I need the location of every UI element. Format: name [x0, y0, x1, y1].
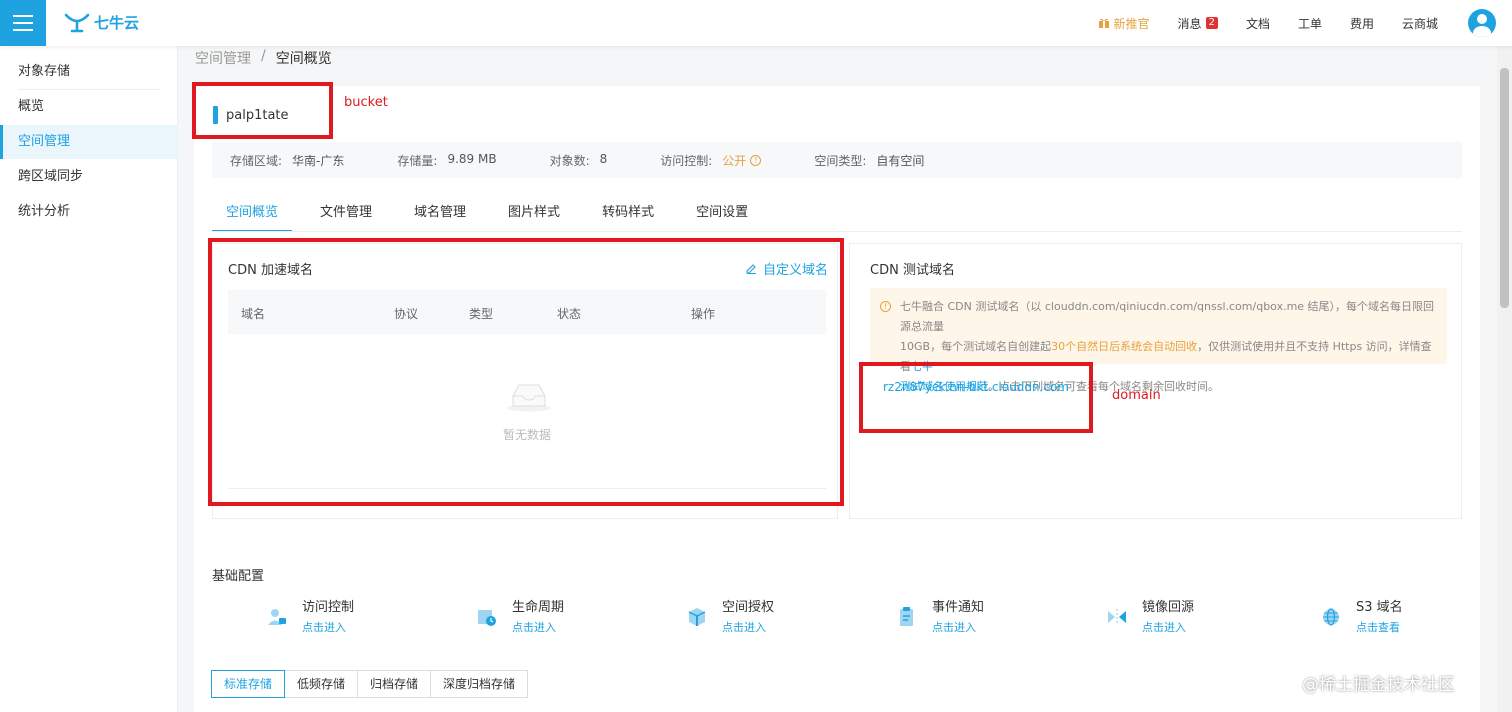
sidebar-item-bucket-management[interactable]: 空间管理 — [0, 125, 178, 159]
bucket-highlight-box — [192, 82, 333, 139]
feature-link[interactable]: 点击进入 — [512, 618, 564, 638]
feature-mirror[interactable]: 镜像回源 点击进入 — [1106, 598, 1194, 642]
bucket-auth-icon — [688, 608, 706, 626]
info-size-value: 9.89 MB — [447, 151, 497, 166]
basic-config-title: 基础配置 — [212, 569, 265, 584]
billing-link[interactable]: 费用 — [1350, 15, 1374, 32]
menu-icon[interactable] — [0, 0, 46, 46]
bucket-info-strip: 存储区域: 华南-广东 存储量: 9.89 MB 对象数: 8 访问控制: 公开… — [212, 142, 1462, 178]
avatar[interactable] — [1468, 9, 1496, 37]
feature-link[interactable]: 点击进入 — [722, 618, 774, 638]
market-link[interactable]: 云商城 — [1402, 15, 1438, 32]
sidebar: 对象存储 概览 空间管理 跨区域同步 统计分析 — [0, 46, 178, 712]
notice-highlight: 30个自然日后系统会自动回收 — [1051, 340, 1198, 353]
tab-domain-management[interactable]: 域名管理 — [400, 196, 480, 232]
warning-icon: ! — [880, 301, 891, 312]
new-promo-label: 新推官 — [1113, 16, 1150, 31]
info-size-label: 存储量: — [397, 153, 438, 168]
notice-line-2a: 10GB，每个测试域名自创建起 — [900, 340, 1052, 353]
info-count: 对象数: 8 — [550, 152, 608, 169]
test-domain-title: CDN 测试域名 — [870, 263, 955, 278]
scroll-thumb[interactable] — [1500, 68, 1509, 308]
tab-transcode-styles[interactable]: 转码样式 — [588, 196, 668, 232]
info-type: 空间类型: 自有空间 — [814, 152, 924, 169]
feature-name: 事件通知 — [932, 600, 985, 615]
tab-divider — [212, 231, 1462, 232]
access-control-icon — [268, 609, 286, 625]
info-count-label: 对象数: — [549, 153, 590, 168]
feature-bucket-auth[interactable]: 空间授权 点击进入 — [686, 598, 774, 642]
messages-label: 消息 — [1177, 16, 1202, 31]
notice-line-1: 七牛融合 CDN 测试域名（以 clouddn.com/qiniucdn.com… — [900, 300, 1435, 333]
event-notify-icon — [900, 607, 913, 626]
tab-image-styles[interactable]: 图片样式 — [494, 196, 574, 232]
gift-icon — [1098, 18, 1109, 28]
globe-icon — [1323, 608, 1339, 626]
storage-class-tabs: 标准存储 低频存储 归档存储 深度归档存储 — [211, 670, 529, 698]
feature-event-notify[interactable]: 事件通知 点击进入 — [896, 598, 984, 642]
breadcrumb-separator: / — [261, 48, 266, 64]
info-region: 存储区域: 华南-广东 — [230, 152, 344, 169]
page-scrollbar[interactable] — [1497, 46, 1512, 712]
storage-tab-archive[interactable]: 归档存储 — [357, 670, 432, 698]
sidebar-title: 对象存储 — [18, 64, 71, 79]
tab-overview[interactable]: 空间概览 — [212, 196, 293, 232]
top-nav: 新推官 消息 2 文档 工单 费用 云商城 — [1098, 0, 1512, 46]
info-type-value: 自有空间 — [876, 153, 925, 168]
breadcrumb-current: 空间概览 — [275, 51, 332, 67]
domain-highlight-box — [859, 362, 1093, 433]
feature-link[interactable]: 点击进入 — [932, 618, 984, 638]
tab-bucket-settings[interactable]: 空间设置 — [682, 196, 762, 232]
feature-link[interactable]: 点击进入 — [1142, 618, 1194, 638]
feature-access-control[interactable]: 访问控制 点击进入 — [266, 598, 354, 642]
info-type-label: 空间类型: — [814, 153, 867, 168]
message-count-badge: 2 — [1205, 17, 1218, 29]
info-access: 访问控制: 公开 ! — [660, 152, 762, 169]
info-access-text: 公开 — [722, 153, 747, 168]
logo[interactable]: 七牛云 — [64, 12, 139, 33]
storage-tab-deep-archive[interactable]: 深度归档存储 — [430, 670, 529, 698]
messages-link[interactable]: 消息 2 — [1178, 15, 1218, 32]
feature-link[interactable]: 点击查看 — [1356, 618, 1403, 638]
storage-tab-infrequent[interactable]: 低频存储 — [284, 670, 359, 698]
docs-link[interactable]: 文档 — [1246, 15, 1270, 32]
info-region-label: 存储区域: — [230, 153, 283, 168]
feature-name: 访问控制 — [302, 600, 355, 615]
breadcrumb-root[interactable]: 空间管理 — [195, 48, 251, 68]
feature-name: S3 域名 — [1356, 600, 1403, 615]
feature-name: 空间授权 — [722, 600, 775, 615]
info-region-value: 华南-广东 — [292, 153, 345, 168]
info-count-value: 8 — [599, 151, 608, 166]
feature-name: 生命周期 — [512, 600, 565, 615]
info-circle-icon: ! — [750, 154, 762, 166]
top-bar: 七牛云 新推官 消息 2 文档 工单 费用 云商城 — [0, 0, 1512, 46]
lifecycle-icon — [478, 610, 496, 626]
feature-s3-domain[interactable]: S3 域名点击查看 — [1320, 598, 1403, 642]
watermark: @稀土掘金技术社区 — [1302, 675, 1455, 695]
logo-text: 七牛云 — [94, 14, 140, 32]
bucket-annotation: bucket — [344, 95, 388, 110]
new-promo-link[interactable]: 新推官 — [1098, 15, 1150, 32]
sidebar-item-overview[interactable]: 概览 — [0, 90, 178, 124]
info-size: 存储量: 9.89 MB — [397, 152, 496, 169]
breadcrumb: 空间管理 / 空间概览 — [195, 48, 332, 68]
sidebar-item-statistics[interactable]: 统计分析 — [0, 195, 178, 229]
mirror-icon — [1108, 609, 1126, 625]
test-domain-notice: ! 七牛融合 CDN 测试域名（以 clouddn.com/qiniucdn.c… — [870, 288, 1447, 393]
qiniu-logo-icon — [64, 13, 90, 32]
info-access-label: 访问控制: — [660, 153, 713, 168]
tab-file-management[interactable]: 文件管理 — [306, 196, 386, 232]
storage-tab-standard[interactable]: 标准存储 — [211, 670, 286, 698]
sidebar-item-cross-region-sync[interactable]: 跨区域同步 — [0, 160, 178, 194]
bucket-tabs: 空间概览 文件管理 域名管理 图片样式 转码样式 空间设置 — [212, 196, 776, 232]
cdn-highlight-box — [208, 238, 844, 506]
feature-name: 镜像回源 — [1142, 600, 1195, 615]
info-access-value[interactable]: 公开 ! — [722, 152, 762, 169]
ticket-link[interactable]: 工单 — [1298, 15, 1322, 32]
feature-lifecycle[interactable]: 生命周期 点击进入 — [476, 598, 564, 642]
domain-annotation: domain — [1112, 388, 1161, 403]
feature-link[interactable]: 点击进入 — [302, 618, 354, 638]
